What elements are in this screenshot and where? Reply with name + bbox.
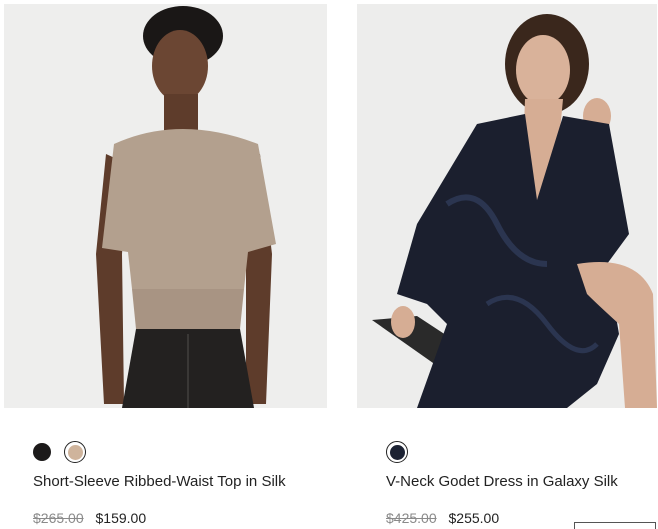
product-prices: $265.00 $159.00: [33, 510, 146, 526]
swatch-taupe[interactable]: [64, 441, 86, 463]
partial-overlay-box: [574, 522, 656, 529]
swatch-black[interactable]: [33, 443, 51, 461]
swatch-taupe-dot: [67, 444, 83, 460]
product-image: [357, 4, 657, 408]
swatch-navy-dot: [389, 444, 405, 460]
product-image: [4, 4, 327, 408]
product-name-link[interactable]: Short-Sleeve Ribbed-Waist Top in Silk: [33, 473, 286, 490]
color-swatches: [386, 440, 408, 464]
sale-price: $255.00: [448, 510, 500, 526]
product-name-link[interactable]: V-Neck Godet Dress in Galaxy Silk: [386, 473, 618, 490]
product-grid: Short-Sleeve Ribbed-Waist Top in Silk $2…: [0, 0, 658, 529]
sale-price: $159.00: [95, 510, 147, 526]
product-image-link[interactable]: [4, 4, 327, 408]
product-image-link[interactable]: [357, 4, 657, 408]
swatch-navy[interactable]: [386, 441, 408, 463]
product-card: V-Neck Godet Dress in Galaxy Silk $425.0…: [357, 0, 657, 526]
product-prices: $425.00 $255.00: [386, 510, 499, 526]
color-swatches: [33, 440, 86, 464]
product-card: Short-Sleeve Ribbed-Waist Top in Silk $2…: [4, 0, 327, 526]
original-price: $265.00: [33, 510, 84, 526]
original-price: $425.00: [386, 510, 437, 526]
